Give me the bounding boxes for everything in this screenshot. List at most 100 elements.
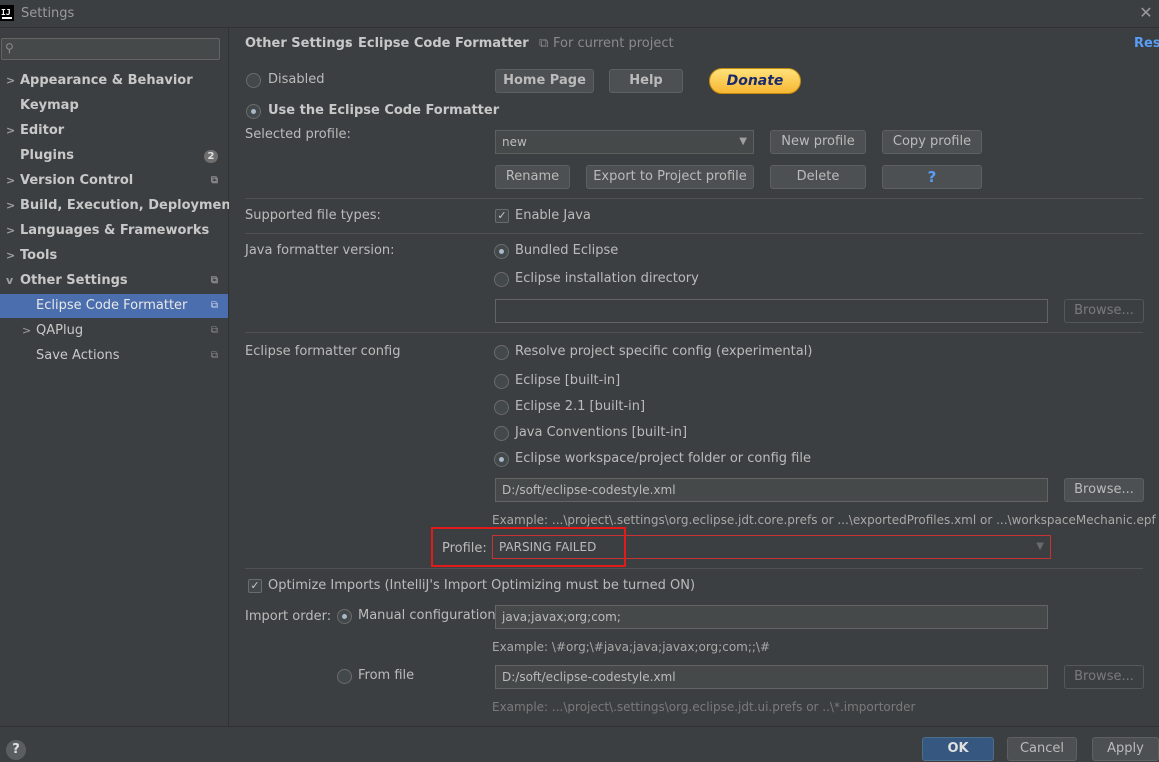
install-dir-browse-button[interactable]: Browse... [1064, 299, 1144, 323]
cancel-button[interactable]: Cancel [1007, 737, 1077, 761]
chevron-right-icon: > [6, 174, 16, 187]
optimize-imports-checkbox[interactable]: ✓ [248, 579, 262, 593]
project-scope-icon: ⧉ [210, 350, 218, 361]
divider [245, 198, 1143, 199]
profile-select[interactable]: new ▼ [495, 130, 754, 154]
sidebar-item-version-control[interactable]: > Version Control ⧉ [0, 169, 228, 193]
config-browse-button[interactable]: Browse... [1064, 478, 1144, 502]
project-scope-icon: ⧉ [539, 36, 549, 51]
sidebar-item-qaplug[interactable]: > QAPlug ⧉ [0, 319, 228, 343]
sidebar-item-other-settings[interactable]: v Other Settings ⧉ [0, 269, 228, 293]
sidebar-item-plugins[interactable]: Plugins 2 [0, 144, 228, 168]
sidebar-item-appearance[interactable]: > Appearance & Behavior [0, 69, 228, 93]
project-scope-icon: ⧉ [210, 325, 218, 336]
dialog-footer: ? OK Cancel Apply [0, 726, 1159, 762]
search-icon: ⚲ [5, 41, 14, 55]
plugins-update-badge: 2 [204, 150, 218, 163]
delete-profile-button[interactable]: Delete [770, 165, 866, 189]
chevron-down-icon: ▼ [1036, 541, 1044, 552]
title-bar: IJ Settings ✕ [0, 0, 1159, 28]
import-file-browse-button[interactable]: Browse... [1064, 665, 1144, 689]
project-scope-icon: ⧉ [210, 175, 218, 186]
sidebar-item-editor[interactable]: > Editor [0, 119, 228, 143]
sidebar-item-tools[interactable]: > Tools [0, 244, 228, 268]
home-page-button[interactable]: Home Page [495, 69, 594, 93]
sidebar-item-build[interactable]: > Build, Execution, Deployment [0, 194, 237, 218]
sidebar-item-save-actions[interactable]: Save Actions ⧉ [0, 344, 228, 368]
use-eclipse-radio[interactable] [246, 104, 261, 119]
apply-button[interactable]: Apply [1092, 737, 1159, 761]
chevron-right-icon: > [22, 324, 32, 337]
from-file-radio[interactable] [337, 669, 352, 684]
divider [245, 568, 1143, 569]
optimize-imports-label: Optimize Imports (IntelliJ's Import Opti… [268, 578, 696, 593]
sidebar-item-eclipse-code-formatter[interactable]: Eclipse Code Formatter ⧉ [0, 294, 228, 318]
config-option-label: Java Conventions [built-in] [515, 425, 688, 440]
copy-profile-button[interactable]: Copy profile [882, 130, 982, 154]
config-label: Eclipse formatter config [245, 344, 401, 359]
java-version-label: Java formatter version: [245, 243, 395, 258]
settings-sidebar: ⚲ > Appearance & Behavior Keymap > Edito… [0, 28, 237, 726]
import-file-example-hint: Example: ...\project\.settings\org.eclip… [492, 700, 916, 714]
divider [245, 233, 1143, 234]
import-order-input[interactable]: java;javax;org;com; [495, 605, 1048, 629]
config-option-radio[interactable] [494, 452, 509, 467]
divider [245, 332, 1143, 333]
window-title: Settings [21, 6, 75, 21]
reset-link[interactable]: Reset [1134, 36, 1159, 51]
export-to-project-button[interactable]: Export to Project profile [586, 165, 754, 189]
manual-config-radio[interactable] [337, 609, 352, 624]
chevron-down-icon: ▼ [739, 136, 747, 147]
breadcrumb-current: Eclipse Code Formatter [358, 36, 529, 51]
chevron-right-icon: > [6, 124, 16, 137]
breadcrumb-parent: Other Settings [245, 36, 353, 51]
from-file-label: From file [358, 668, 415, 683]
enable-java-checkbox[interactable]: ✓ [495, 209, 509, 223]
project-scope-icon: ⧉ [210, 275, 218, 286]
import-file-input[interactable]: D:/soft/eclipse-codestyle.xml [495, 665, 1048, 689]
chevron-right-icon: > [6, 224, 16, 237]
disabled-radio[interactable] [246, 73, 261, 88]
donate-button[interactable]: Donate [709, 68, 801, 94]
profile-help-button[interactable]: ? [882, 165, 982, 189]
import-order-label: Import order: [245, 609, 332, 624]
config-option-radio[interactable] [494, 400, 509, 415]
config-option-radio[interactable] [494, 426, 509, 441]
config-option-radio[interactable] [494, 374, 509, 389]
close-icon[interactable]: ✕ [1137, 3, 1155, 23]
manual-config-label: Manual configuration [358, 608, 496, 623]
search-input[interactable]: ⚲ [1, 38, 220, 60]
config-option-label: Eclipse 2.1 [built-in] [515, 399, 646, 414]
chevron-right-icon: > [6, 249, 16, 262]
install-dir-radio[interactable] [494, 272, 509, 287]
disabled-label: Disabled [268, 72, 325, 87]
chevron-right-icon: > [6, 74, 16, 87]
sidebar-item-keymap[interactable]: Keymap [0, 94, 228, 118]
help-button[interactable]: Help [609, 69, 683, 93]
bundled-eclipse-label: Bundled Eclipse [515, 243, 619, 258]
enable-java-label: Enable Java [515, 208, 591, 223]
new-profile-button[interactable]: New profile [770, 130, 866, 154]
config-option-label: Eclipse [built-in] [515, 373, 621, 388]
selected-profile-label: Selected profile: [245, 127, 351, 142]
intellij-logo-icon: IJ [0, 5, 14, 21]
help-icon[interactable]: ? [6, 740, 26, 760]
install-dir-input[interactable] [495, 299, 1048, 323]
config-path-input[interactable]: D:/soft/eclipse-codestyle.xml [495, 478, 1048, 502]
file-types-label: Supported file types: [245, 208, 381, 223]
project-scope-icon: ⧉ [210, 300, 218, 311]
import-order-example-hint: Example: \#org;\#java;java;javax;org;com… [492, 640, 771, 654]
config-option-radio[interactable] [494, 345, 509, 360]
rename-button[interactable]: Rename [495, 165, 570, 189]
breadcrumb-separator: › [345, 36, 351, 51]
config-option-label: Resolve project specific config (experim… [515, 344, 813, 359]
bundled-eclipse-radio[interactable] [494, 244, 509, 259]
config-option-label: Eclipse workspace/project folder or conf… [515, 451, 811, 466]
sidebar-item-languages[interactable]: > Languages & Frameworks [0, 219, 228, 243]
ok-button[interactable]: OK [922, 737, 994, 761]
highlight-annotation [431, 527, 626, 567]
scope-note: For current project [553, 36, 674, 51]
install-dir-label: Eclipse installation directory [515, 271, 699, 286]
profile-select-value: new [502, 135, 527, 149]
chevron-down-icon: v [6, 274, 14, 287]
